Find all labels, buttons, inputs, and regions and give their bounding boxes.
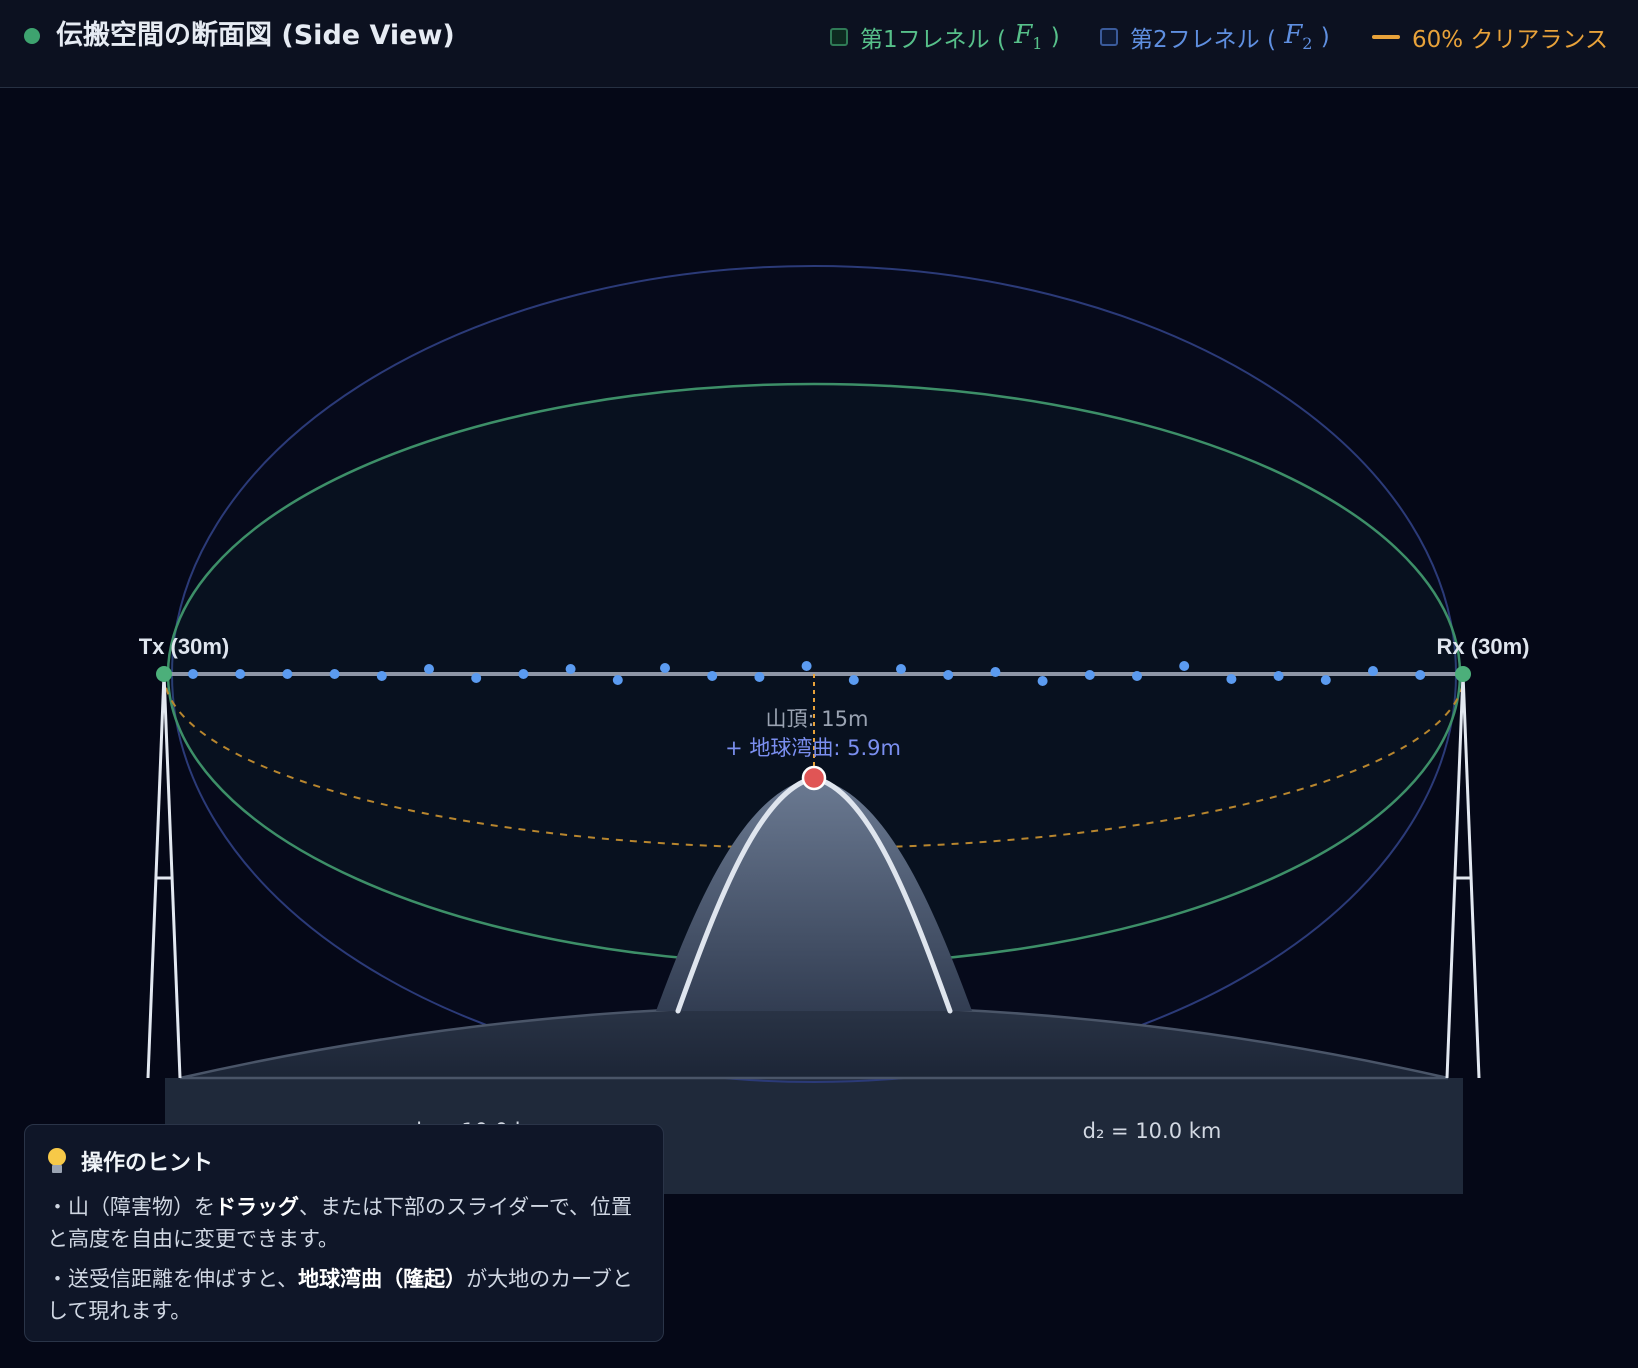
signal-particle (1226, 674, 1237, 684)
signal-particle (1415, 670, 1426, 680)
hint-title-text: 操作のヒント (81, 1151, 214, 1176)
signal-particle (471, 673, 482, 683)
signal-particle (188, 669, 198, 679)
earth-bulge (179, 1004, 1449, 1080)
signal-particle (282, 669, 293, 679)
signal-particle (235, 669, 246, 679)
mountain-peak-handle[interactable] (801, 765, 827, 791)
rx-label: Rx (30m) (1437, 634, 1530, 659)
signal-particle (424, 664, 434, 674)
d2-distance-label: d₂ = 10.0 km (1083, 1119, 1222, 1143)
signal-particle (1132, 671, 1142, 681)
signal-particle (565, 664, 576, 674)
signal-particle (896, 664, 906, 674)
hint-panel: 操作のヒント ・山（障害物）をドラッグ、または下部のスライダーで、位置と高度を自… (24, 1124, 664, 1342)
signal-particle (1084, 670, 1095, 680)
signal-particle (612, 675, 623, 685)
signal-particle (1179, 661, 1190, 671)
signal-particle (518, 669, 529, 679)
rx-antenna-dot (1455, 666, 1471, 682)
signal-particle (1368, 666, 1378, 676)
lightbulb-icon (47, 1148, 67, 1174)
earth-curvature-label: + 地球湾曲: 5.9m (725, 736, 901, 760)
signal-particle (801, 661, 812, 671)
hint-title: 操作のヒント (47, 1145, 641, 1177)
signal-particle (376, 671, 387, 681)
signal-particle (660, 663, 670, 673)
signal-particle (754, 672, 765, 682)
tx-tower (146, 673, 182, 1079)
hint-line-1: ・山（障害物）をドラッグ、または下部のスライダーで、位置と高度を自由に変更できま… (47, 1195, 633, 1251)
tx-label: Tx (30m) (139, 634, 229, 659)
hint-line-2: ・送受信距離を伸ばすと、地球湾曲（隆起）が大地のカーブとして現れます。 (47, 1267, 633, 1323)
signal-particle (1273, 671, 1284, 681)
signal-particle (1037, 676, 1048, 686)
rx-tower (1445, 673, 1481, 1079)
tx-antenna-dot (156, 666, 172, 682)
signal-particle (848, 675, 859, 685)
signal-particle (1320, 675, 1331, 685)
signal-particle (707, 671, 718, 681)
signal-particle (329, 669, 340, 679)
signal-particle (990, 667, 1001, 677)
peak-height-label: 山頂: 15m (766, 707, 869, 731)
signal-particle (943, 670, 954, 680)
